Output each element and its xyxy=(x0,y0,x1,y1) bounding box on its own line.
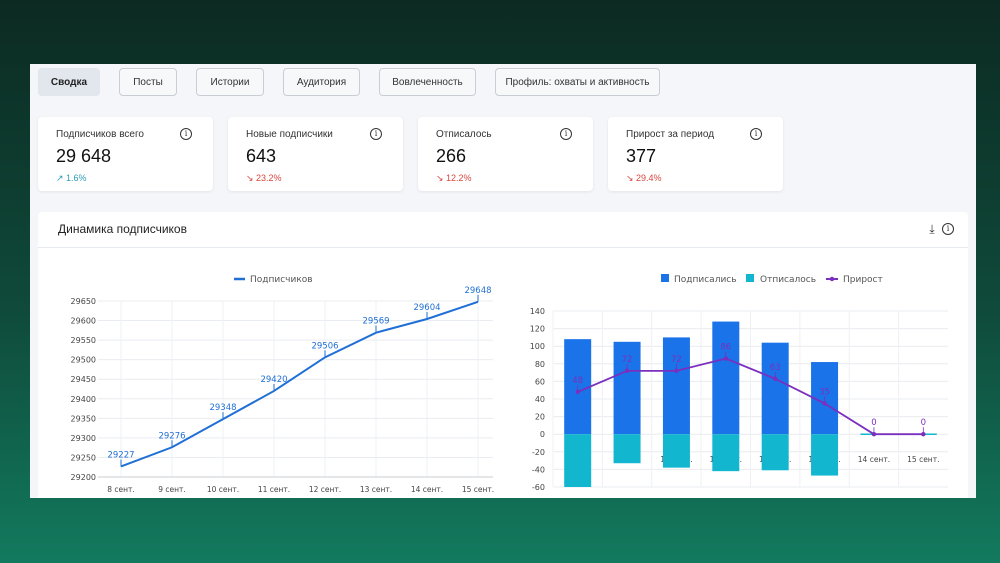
bar-subscribed xyxy=(662,337,690,435)
metric-card-growth: Прирост за период i 377 ↘ 29.4% xyxy=(608,117,783,191)
y-tick-label: 80 xyxy=(535,360,545,369)
data-label: 29420 xyxy=(260,375,287,385)
legend-marker-subscribed xyxy=(661,274,669,282)
subscriptions-bar-chart: Подписались Отписалось Прирост 140 120 100 80 6… xyxy=(530,274,948,492)
growth-data-label: 0 xyxy=(871,418,876,428)
subscriber-dynamics-section: Динамика подписчиков ⤓ i Подписчиков 2965… xyxy=(38,212,968,498)
metric-card-total-subscribers: Подписчиков всего i 29 648 ↗ 1.6% xyxy=(38,117,213,191)
metric-delta: ↘ 29.4% xyxy=(626,173,662,183)
bar-unsubscribed xyxy=(613,434,641,464)
growth-data-label: 63 xyxy=(770,363,781,373)
y-tick-label: -20 xyxy=(532,448,545,457)
metric-label: Прирост за период xyxy=(626,129,715,140)
legend-label-subscribers: Подписчиков xyxy=(250,275,313,285)
y-tick-label: 29550 xyxy=(71,336,96,345)
metric-delta: ↗ 1.6% xyxy=(56,173,87,183)
x-tick-label: 9 сент. xyxy=(158,485,186,494)
metric-card-unsubscribed: Отписалось i 266 ↘ 12.2% xyxy=(418,117,593,191)
y-tick-label: 100 xyxy=(530,342,545,351)
metric-label: Подписчиков всего xyxy=(56,129,144,140)
growth-data-label: 35 xyxy=(819,387,830,397)
legend-label-unsubscribed: Отписалось xyxy=(760,275,816,285)
x-tick-label: 13 сент. xyxy=(360,485,392,494)
bar-unsubscribed xyxy=(761,434,789,471)
x-tick-label: 14 сент. xyxy=(858,455,890,464)
tab-posts[interactable]: Посты xyxy=(119,68,177,96)
metric-value: 377 xyxy=(626,146,657,166)
y-tick-label: 29300 xyxy=(71,434,96,443)
bar-unsubscribed xyxy=(712,434,740,472)
bar-unsubscribed xyxy=(811,434,839,476)
data-label: 29569 xyxy=(362,317,389,327)
tab-engagement[interactable]: Вовлеченность xyxy=(379,68,476,96)
dashboard-panel: Сводка Посты Истории Аудитория Вовлеченн… xyxy=(30,64,976,498)
bar-subscribed xyxy=(761,342,789,435)
y-tick-label: 60 xyxy=(535,377,545,386)
legend-label-subscribed: Подписались xyxy=(674,275,737,285)
metric-delta: ↘ 12.2% xyxy=(436,173,472,183)
y-tick-label: 120 xyxy=(530,325,545,334)
tab-profile-reach[interactable]: Профиль: охваты и активность xyxy=(495,68,660,96)
tab-summary[interactable]: Сводка xyxy=(38,68,100,96)
data-label: 29348 xyxy=(209,403,236,413)
y-tick-label: 20 xyxy=(535,413,545,422)
y-tick-label: 0 xyxy=(540,430,545,439)
metric-label: Новые подписчики xyxy=(246,129,333,140)
data-label: 29276 xyxy=(158,431,185,441)
y-tick-label: 29600 xyxy=(71,317,96,326)
info-icon[interactable]: i xyxy=(180,128,192,140)
legend-dot-growth xyxy=(829,276,835,282)
metric-label: Отписалось xyxy=(436,129,492,140)
bar-subscribed xyxy=(712,321,740,435)
x-tick-label: 14 сент. xyxy=(411,485,443,494)
x-tick-label: 15 сент. xyxy=(462,485,494,494)
growth-data-label: 86 xyxy=(720,343,731,353)
growth-data-label: 72 xyxy=(622,355,633,365)
growth-data-label: 0 xyxy=(921,418,926,428)
info-icon[interactable]: i xyxy=(942,223,954,235)
subscribers-line-chart: Подписчиков 29650 29600 29550 29500 29450 2940… xyxy=(71,275,495,494)
tab-audience[interactable]: Аудитория xyxy=(283,68,360,96)
y-tick-label: 29250 xyxy=(71,453,96,462)
download-icon[interactable]: ⤓ xyxy=(926,222,938,236)
y-tick-label: -40 xyxy=(532,465,545,474)
metric-value: 643 xyxy=(246,146,277,166)
metric-value: 266 xyxy=(436,146,467,166)
legend-label-growth: Прирост xyxy=(843,275,883,285)
info-icon[interactable]: i xyxy=(370,128,382,140)
y-tick-label: 29350 xyxy=(71,414,96,423)
y-tick-label: 29650 xyxy=(71,297,96,306)
y-tick-label: 29200 xyxy=(71,473,96,482)
section-title: Динамика подписчиков xyxy=(58,222,187,236)
info-icon[interactable]: i xyxy=(560,128,572,140)
x-tick-label: 11 сент. xyxy=(258,485,290,494)
x-tick-label: 10 сент. xyxy=(207,485,239,494)
x-tick-label: 15 сент. xyxy=(907,455,939,464)
info-icon[interactable]: i xyxy=(750,128,762,140)
y-tick-label: 40 xyxy=(535,395,545,404)
y-tick-label: 29450 xyxy=(71,375,96,384)
data-label: 29227 xyxy=(107,450,134,460)
metric-card-new-subscribers: Новые подписчики i 643 ↘ 23.2% xyxy=(228,117,403,191)
legend-marker-unsubscribed xyxy=(746,274,754,282)
tab-stories[interactable]: Истории xyxy=(196,68,264,96)
metric-delta: ↘ 23.2% xyxy=(246,173,282,183)
growth-data-label: 72 xyxy=(671,355,682,365)
y-tick-label: -60 xyxy=(532,483,545,492)
series-line-subscribers xyxy=(120,300,479,468)
bar-unsubscribed xyxy=(662,434,690,468)
divider xyxy=(38,247,968,248)
y-tick-label: 140 xyxy=(530,307,545,316)
x-tick-label: 8 сент. xyxy=(107,485,135,494)
data-label: 29506 xyxy=(311,341,338,351)
metric-value: 29 648 xyxy=(56,146,112,166)
x-tick-label: 12 сент. xyxy=(309,485,341,494)
growth-data-label: 48 xyxy=(572,376,583,386)
data-label: 29648 xyxy=(464,286,491,296)
bar-unsubscribed xyxy=(564,434,592,487)
data-label: 29604 xyxy=(413,303,440,313)
y-tick-label: 29400 xyxy=(71,395,96,404)
y-tick-label: 29500 xyxy=(71,356,96,365)
